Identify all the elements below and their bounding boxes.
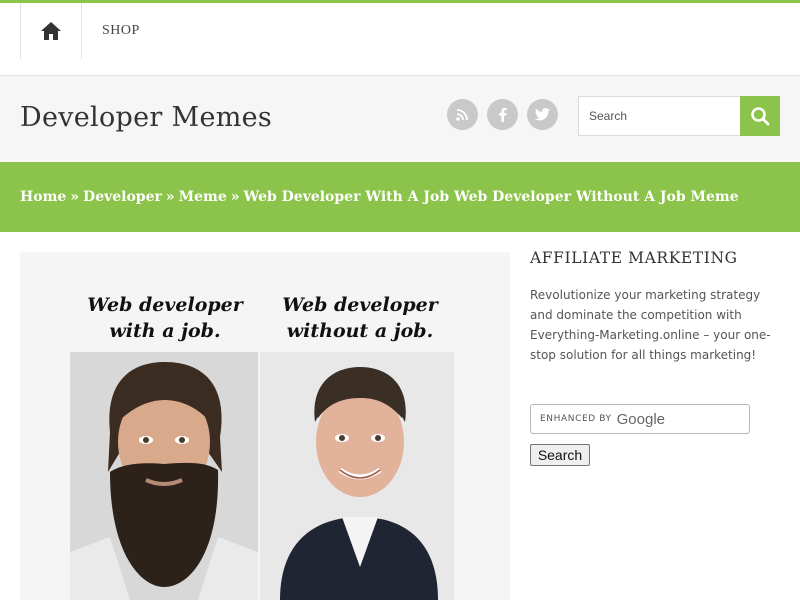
google-logo: Google (616, 410, 665, 428)
bearded-man-photo (70, 352, 258, 600)
sidebar-widget-text: Revolutionize your marketing strategy an… (530, 288, 771, 362)
breadcrumb-separator: » (70, 189, 80, 205)
meme-caption-left: Web developer with a job. (87, 294, 243, 342)
breadcrumb-bar: Home» Developer» Meme» Web Developer With A… (0, 162, 800, 232)
top-nav-bar: SHOP (0, 0, 800, 76)
site-title[interactable]: Developer Memes (20, 102, 272, 133)
custom-search-button[interactable]: Search (530, 444, 590, 466)
home-icon (41, 22, 61, 40)
breadcrumb-separator: » (230, 189, 240, 205)
nav-shop-link[interactable]: SHOP (102, 23, 140, 39)
meme-caption-right: Web developer without a job. (282, 294, 438, 342)
facebook-icon (499, 107, 507, 122)
search-button[interactable] (740, 96, 780, 136)
twitter-icon (535, 108, 550, 121)
breadcrumb-meme[interactable]: Meme (179, 189, 227, 205)
breadcrumb-developer[interactable]: Developer (83, 189, 162, 205)
meme-image: Web developer with a job. Web developer … (20, 252, 510, 600)
breadcrumb-current: Web Developer With A Job Web Developer W… (243, 189, 739, 205)
breadcrumb-separator: » (165, 189, 175, 205)
breadcrumb-home[interactable]: Home (20, 189, 66, 205)
rss-button[interactable] (447, 99, 478, 130)
search-icon (751, 107, 770, 126)
site-header: Developer Memes (0, 76, 800, 162)
facebook-button[interactable] (487, 99, 518, 130)
twitter-button[interactable] (527, 99, 558, 130)
search-form (578, 96, 780, 136)
rss-icon (456, 109, 468, 121)
enhanced-by-label: ENHANCED BY (540, 414, 612, 424)
search-input[interactable] (578, 96, 740, 136)
custom-search-input[interactable]: ENHANCED BY Google (530, 404, 750, 434)
breadcrumb: Home» Developer» Meme» Web Developer With A… (20, 189, 739, 205)
clean-shaven-man-photo (260, 352, 454, 600)
home-button[interactable] (20, 3, 82, 59)
sidebar-widget-title: AFFILIATE MARKETING (530, 249, 738, 267)
